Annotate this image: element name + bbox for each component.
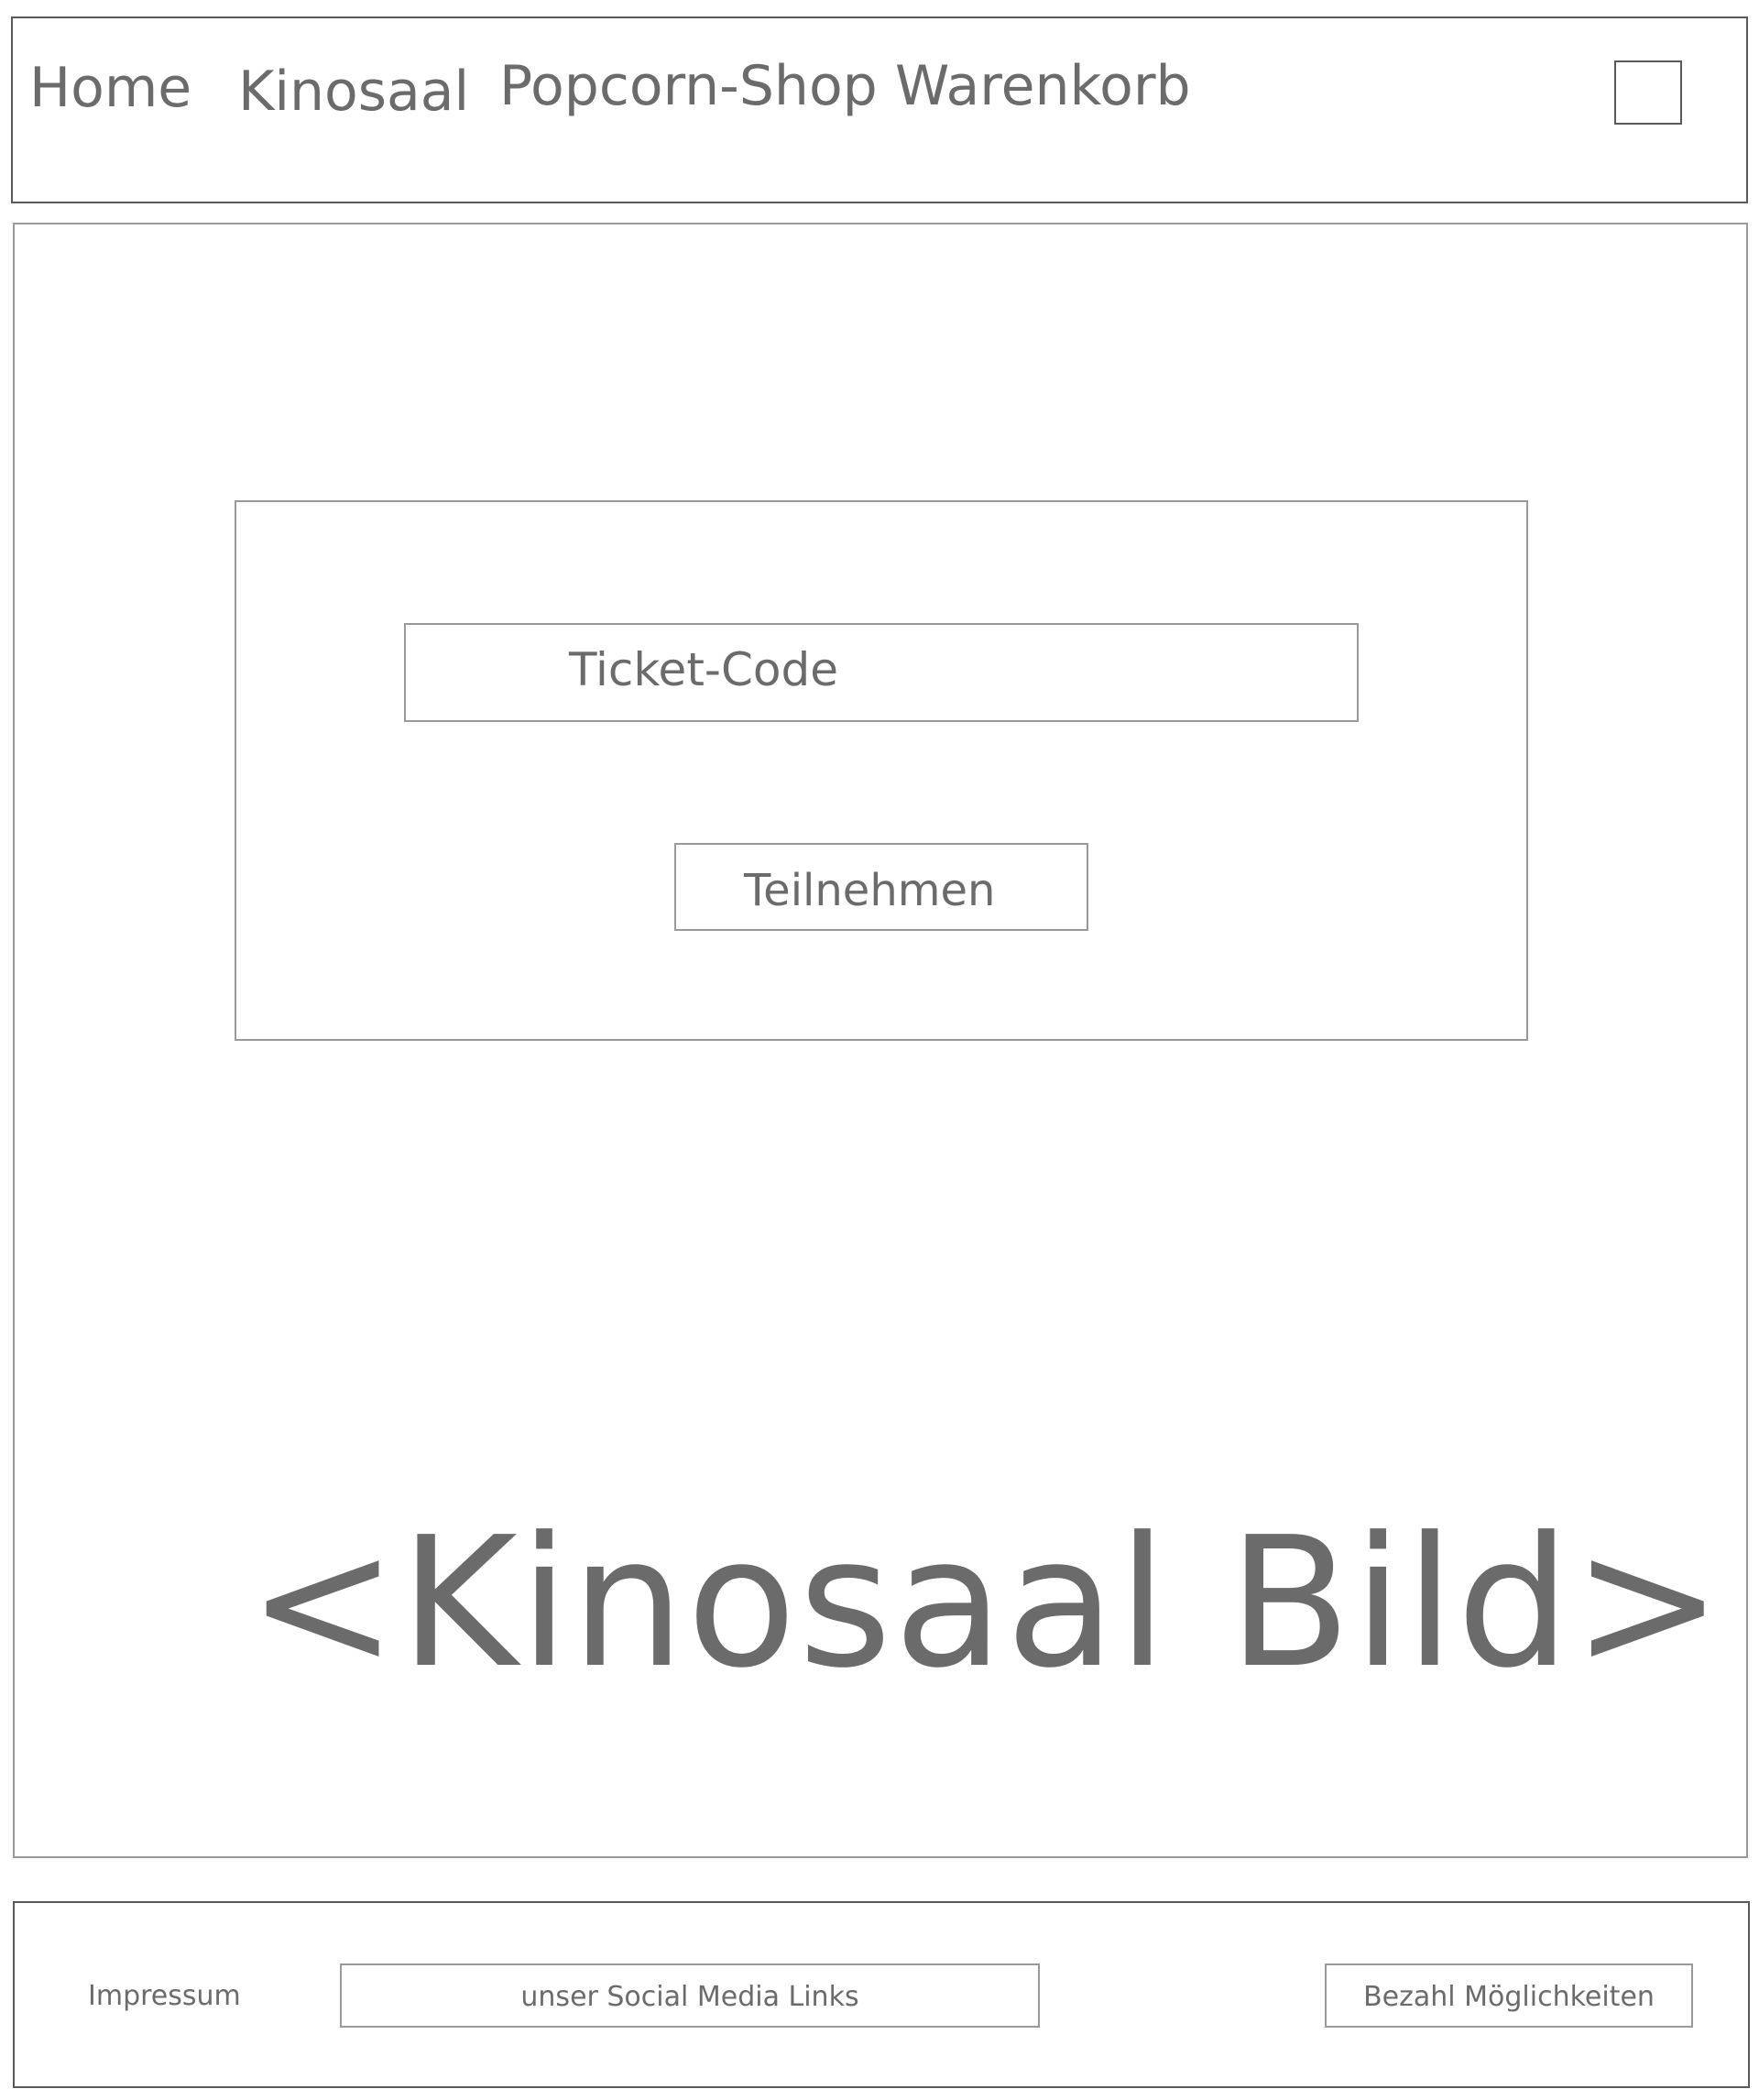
nav-warenkorb[interactable]: Warenkorb — [895, 59, 1191, 114]
ticket-code-placeholder: Ticket-Code — [569, 643, 838, 696]
social-media-label: unser Social Media Links — [520, 1981, 859, 2013]
join-button[interactable]: Teilnehmen — [674, 843, 1088, 931]
social-media-links[interactable]: unser Social Media Links — [340, 1963, 1040, 2028]
nav-kinosaal[interactable]: Kinosaal — [238, 64, 469, 119]
join-button-label: Teilnehmen — [744, 865, 996, 916]
nav-popcorn-shop[interactable]: Popcorn-Shop — [499, 59, 878, 114]
payment-options-label: Bezahl Möglichkeiten — [1363, 1981, 1655, 2013]
header-icon-placeholder[interactable] — [1614, 60, 1682, 125]
ticket-code-input[interactable]: Ticket-Code — [404, 623, 1359, 722]
payment-options[interactable]: Bezahl Möglichkeiten — [1325, 1963, 1693, 2028]
impressum-link[interactable]: Impressum — [88, 1983, 241, 2010]
cinema-image-placeholder: <Kinosaal Bild> — [247, 1499, 1725, 1708]
ticket-form-panel — [235, 500, 1528, 1041]
nav-home[interactable]: Home — [29, 60, 191, 115]
